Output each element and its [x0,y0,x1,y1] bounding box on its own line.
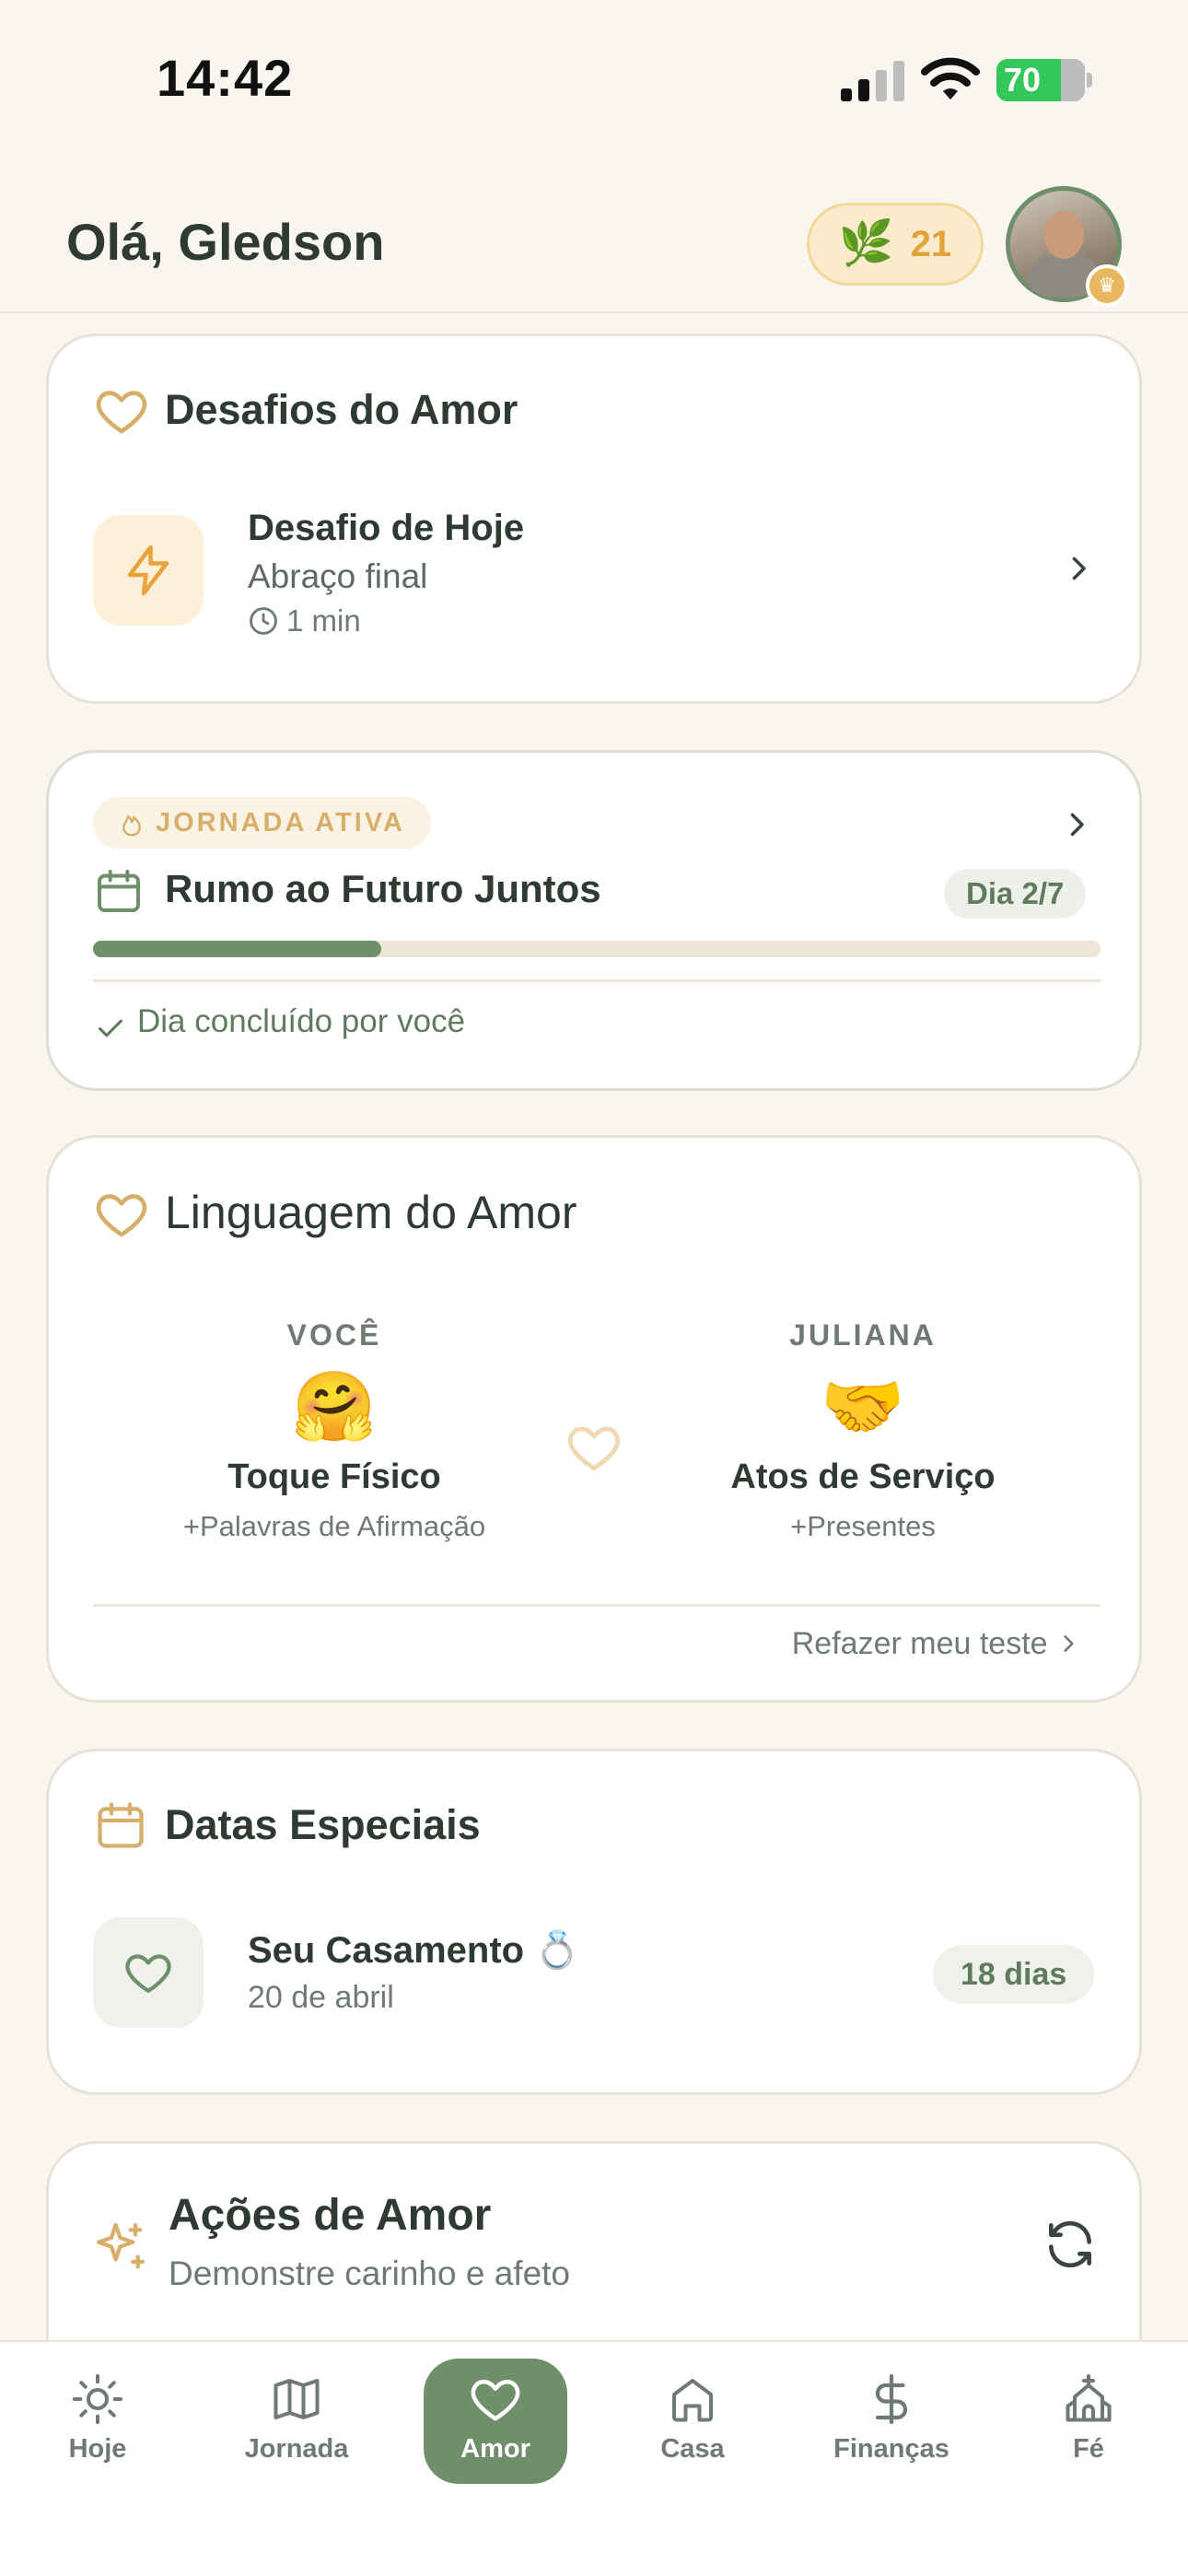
chevron-right-icon [1064,1635,1074,1652]
tab-amor[interactable]: Amor [424,2359,567,2484]
heart-icon [471,2380,520,2421]
journey-status: Dia concluído por você [137,1003,466,1039]
partner-primary-language: Atos de Serviço [730,1458,996,1496]
status-bar: 14:42 70 [0,0,1188,157]
journey-title: Rumo ao Futuro Juntos [165,867,601,910]
check-icon [99,1019,122,1037]
retake-test-link[interactable]: Refazer meu teste [792,1626,1080,1662]
tab-casa[interactable]: Casa [621,2359,764,2484]
card-subtitle: Demonstre carinho e afeto [169,2254,571,2292]
my-primary-language: Toque Físico [227,1458,441,1496]
tab-financas[interactable]: Finanças [820,2359,963,2484]
tab-fe[interactable]: Fé [1017,2359,1160,2484]
sparkles-icon [96,2222,146,2269]
tab-hoje[interactable]: Hoje [26,2359,169,2484]
tab-label: Finanças [833,2434,949,2464]
active-journey-badge: JORNADA ATIVA [93,797,431,849]
special-dates-card: Datas Especiais Seu Casamento 💍 20 de ab… [46,1749,1142,2095]
avatar[interactable]: ♛ [1006,186,1128,307]
header: Olá, Gledson 🌿 21 ♛ [0,157,1188,313]
heart-outline-icon [96,391,147,434]
my-label: VOCÊ [286,1318,382,1352]
crown-icon: ♛ [1086,264,1128,307]
card-title: Datas Especiais [165,1801,481,1848]
love-challenges-card: Desafios do Amor Desafio de Hoje Abraço … [46,334,1142,704]
card-title: Desafios do Amor [165,386,518,433]
active-journey-card[interactable]: JORNADA ATIVA Rumo ao Futuro Juntos Dia … [46,750,1142,1091]
handshake-icon: 🤝 [820,1368,906,1445]
partner-secondary-language: +Presentes [790,1510,936,1542]
challenge-name: Abraço final [248,557,428,595]
partner-love-language: JULIANA 🤝 Atos de Serviço +Presentes [623,1318,1102,1543]
flame-icon [122,815,141,837]
retake-label: Refazer meu teste [791,1626,1048,1661]
leaf-icon: 🌿 [838,219,894,268]
tab-label: Fé [1073,2434,1104,2464]
challenge-duration: 1 min [286,603,361,638]
tab-bar: Hoje Jornada Amor Casa Finanças Fé [0,2340,1188,2576]
love-language-card: Linguagem do Amor VOCÊ 🤗 Toque Físico +P… [46,1135,1142,1703]
tab-label: Jornada [244,2434,349,2464]
event-title: Seu Casamento 💍 [248,1930,581,1971]
heart-outline-icon [567,1426,621,1471]
challenge-title: Desafio de Hoje [248,508,525,548]
tab-label: Amor [460,2434,530,2464]
church-icon [1066,2374,1112,2422]
greeting: Olá, Gledson [66,213,385,271]
date-tile [93,1917,204,2028]
chevron-right-icon [1070,813,1084,837]
tab-label: Hoje [68,2434,127,2464]
card-title: Ações de Amor [169,2191,492,2240]
tab-jornada[interactable]: Jornada [225,2359,368,2484]
journey-progress-bar [93,941,1101,957]
heart-outline-icon [96,1194,147,1237]
my-love-language: VOCÊ 🤗 Toque Físico +Palavras de Afirmaç… [95,1318,574,1543]
partner-label: JULIANA [789,1318,937,1352]
battery-indicator: 70 [996,59,1092,101]
status-time: 14:42 [157,49,294,107]
card-title: Linguagem do Amor [165,1187,577,1238]
house-icon [672,2379,713,2422]
refresh-icon[interactable] [1042,2216,1099,2273]
journey-progress-fill [93,941,381,957]
heart-outline-icon [125,1954,171,1993]
calendar-icon [98,870,140,912]
event-date: 20 de abril [248,1980,394,2015]
points-count: 21 [910,223,952,264]
sun-icon [73,2374,122,2424]
dollar-icon [875,2373,908,2425]
lightning-icon [127,544,169,596]
challenge-tile [93,515,204,626]
my-secondary-language: +Palavras de Afirmação [182,1510,486,1542]
journey-day-badge: Dia 2/7 [944,869,1087,919]
tab-label: Casa [660,2434,725,2464]
divider [93,979,1101,982]
calendar-icon [98,1802,144,1848]
divider [93,1604,1101,1607]
clock-icon [250,607,277,635]
countdown-badge: 18 dias [933,1945,1095,2004]
signal-icon [841,61,904,101]
points-badge[interactable]: 🌿 21 [807,203,984,286]
wifi-icon [921,57,980,100]
battery-level: 70 [1004,61,1042,99]
journey-badge-label: JORNADA ATIVA [156,807,405,837]
map-icon [274,2379,320,2419]
chevron-right-icon [1072,556,1086,580]
hugging-face-icon: 🤗 [291,1368,378,1445]
